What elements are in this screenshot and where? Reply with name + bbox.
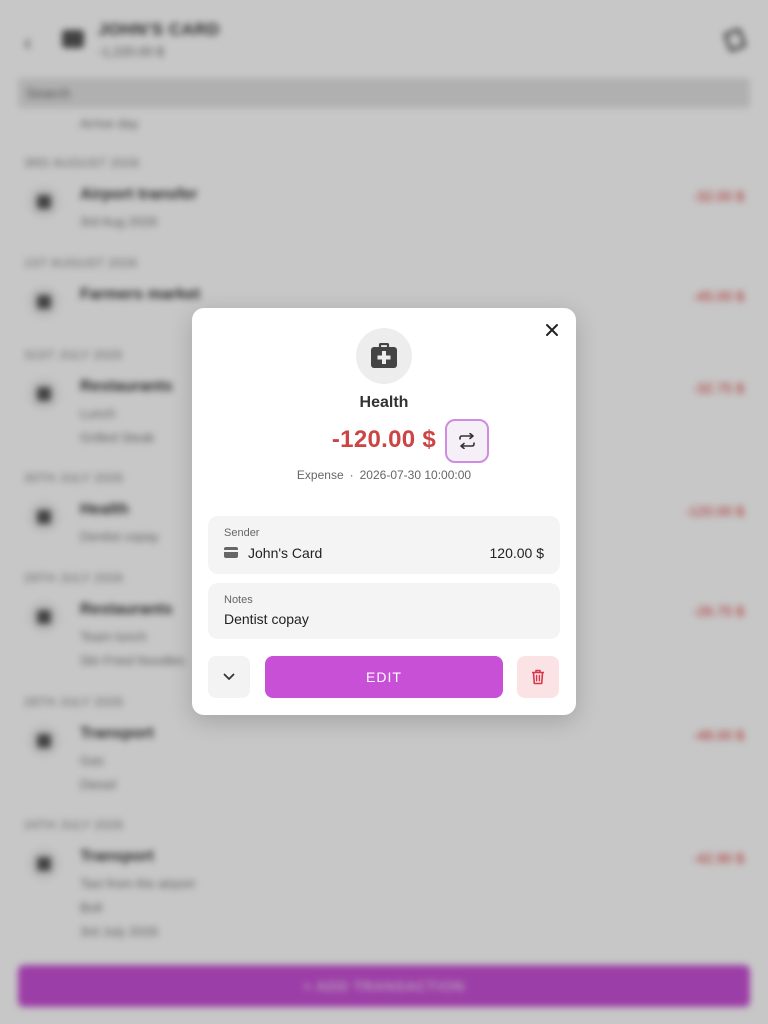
edit-button[interactable]: EDIT xyxy=(265,656,503,698)
expand-button[interactable] xyxy=(208,656,250,698)
delete-button[interactable] xyxy=(517,656,559,698)
transaction-detail-dialog: Health -120.00 $ Expense · 2026-07-30 10:0… xyxy=(192,308,576,715)
swap-button[interactable] xyxy=(445,419,489,463)
transaction-amount: -120.00 $ xyxy=(331,426,436,453)
sender-card: Sender John's Card 120.00 $ xyxy=(208,516,560,574)
trash-icon xyxy=(532,669,544,685)
meta-separator: · xyxy=(349,468,354,482)
close-button[interactable] xyxy=(540,318,564,342)
swap-arrows-icon xyxy=(459,433,475,449)
medical-bag-icon xyxy=(371,343,397,368)
sender-label: Sender xyxy=(224,527,260,539)
notes-card: Notes Dentist copay xyxy=(208,583,560,639)
category-icon-container xyxy=(356,328,412,384)
sender-account: John's Card xyxy=(248,545,323,561)
notes-label: Notes xyxy=(224,594,253,606)
transaction-type: Expense xyxy=(296,468,344,482)
credit-card-icon xyxy=(224,547,238,558)
category-name: Health xyxy=(359,394,409,411)
chevron-down-icon xyxy=(223,673,235,680)
transaction-meta: Expense · 2026-07-30 10:00:00 xyxy=(192,468,576,482)
sender-amount: 120.00 $ xyxy=(489,545,545,561)
close-icon xyxy=(546,324,558,336)
notes-value: Dentist copay xyxy=(224,611,309,627)
transaction-datetime: 2026-07-30 10:00:00 xyxy=(359,468,472,482)
